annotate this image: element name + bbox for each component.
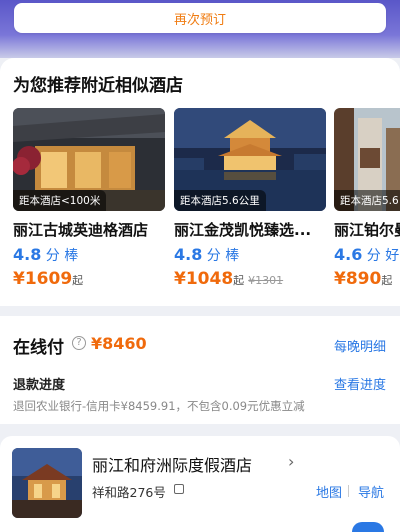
nightly-detail-link[interactable]: 每晚明细 xyxy=(334,336,386,355)
hotel-price: ¥1048起 ¥1301 xyxy=(174,269,284,289)
hotel-card-3[interactable]: 距本酒店5.6 丽江铂尔曼 4.6 分 好 ¥890起 xyxy=(334,108,400,289)
copy-icon[interactable] xyxy=(174,484,184,494)
distance-badge: 距本酒店<100米 xyxy=(13,190,107,211)
divider xyxy=(348,485,349,497)
hotel-name: 丽江金茂凯悦臻选... xyxy=(174,221,312,239)
refund-label: 退款进度 xyxy=(13,378,66,393)
map-link[interactable]: 地图 xyxy=(316,482,342,501)
hotel-photo-1[interactable]: 距本酒店<100米 xyxy=(13,108,165,211)
chevron-right-icon[interactable]: › xyxy=(288,452,294,471)
hotel-price: ¥1609起 xyxy=(13,269,84,289)
info-icon[interactable]: ? xyxy=(72,336,86,350)
hotel-score: 4.8 分 棒 xyxy=(174,245,240,264)
payment-section: 在线付 ? ¥8460 每晚明细 退款进度 查看进度 退回农业银行-信用卡¥84… xyxy=(0,316,400,424)
hotel-address: 祥和路276号 xyxy=(92,485,166,500)
distance-badge: 距本酒店5.6公里 xyxy=(174,190,266,211)
hotel-name[interactable]: 丽江和府洲际度假酒店 xyxy=(92,452,252,476)
refund-description: 退回农业银行-信用卡¥8459.91，不包含0.09元优惠立减 xyxy=(13,399,305,413)
floating-action-button[interactable] xyxy=(352,522,384,532)
rebook-button[interactable]: 再次预订 xyxy=(14,3,386,33)
hotel-name: 丽江古城英迪格酒店 xyxy=(13,221,149,239)
hotel-card-1[interactable]: 距本酒店<100米 丽江古城英迪格酒店 4.8 分 棒 ¥1609起 xyxy=(13,108,165,289)
payment-label: 在线付 xyxy=(13,338,64,358)
refund-progress-link[interactable]: 查看进度 xyxy=(334,374,386,393)
recommend-title: 为您推荐附近相似酒店 xyxy=(13,76,183,96)
navigation-link[interactable]: 导航 xyxy=(358,482,384,501)
hotel-name: 丽江铂尔曼 xyxy=(334,221,400,239)
hotel-photo-3[interactable]: 距本酒店5.6 xyxy=(334,108,400,211)
hotel-card-2[interactable]: 距本酒店5.6公里 丽江金茂凯悦臻选... 4.8 分 棒 ¥1048起 ¥130… xyxy=(174,108,326,289)
hotel-price: ¥890起 xyxy=(334,269,393,289)
booked-hotel-card[interactable]: 丽江和府洲际度假酒店 › 祥和路276号 地图 导航 xyxy=(0,436,400,532)
hotel-photo-2[interactable]: 距本酒店5.6公里 xyxy=(174,108,326,211)
payment-amount: ¥8460 xyxy=(91,334,147,353)
hotel-score: 4.6 分 好 xyxy=(334,245,400,264)
hotel-thumbnail[interactable] xyxy=(12,448,82,518)
recommend-section: 为您推荐附近相似酒店 距本酒店<100米 丽江古城英迪格酒店 4.8 分 棒 ¥… xyxy=(0,58,400,306)
hotel-score: 4.8 分 棒 xyxy=(13,245,79,264)
distance-badge: 距本酒店5.6 xyxy=(334,190,400,211)
